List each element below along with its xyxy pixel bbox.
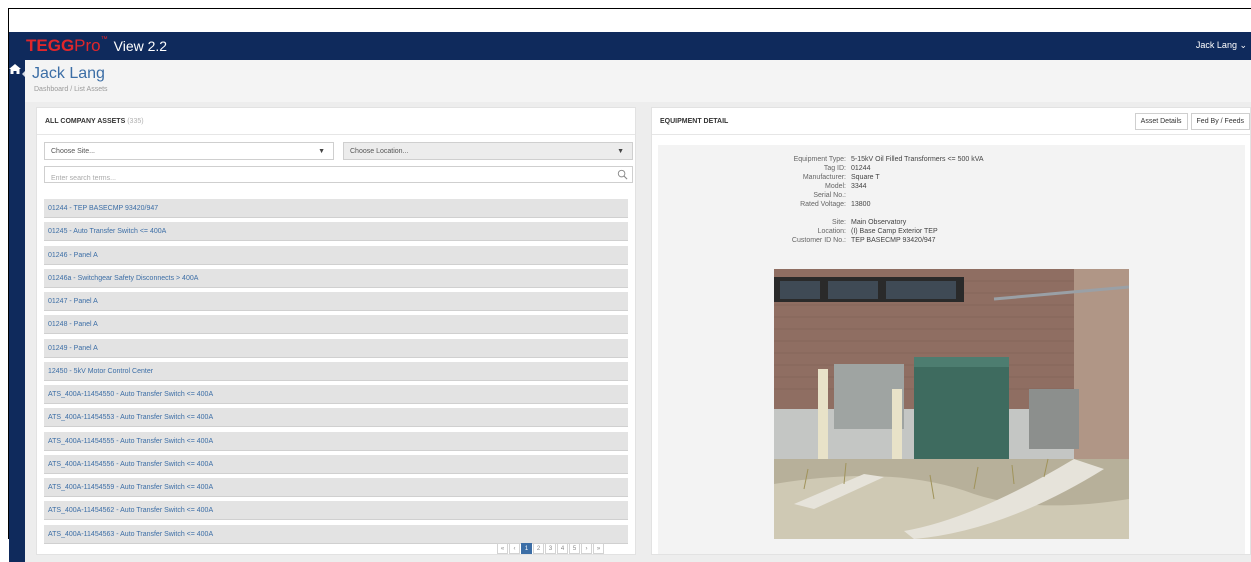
asset-list-item[interactable]: 01247 - Panel A [44,292,628,311]
detail-label: Rated Voltage: [800,201,846,208]
asset-list-item[interactable]: ATS_400A-11454553 - Auto Transfer Switch… [44,408,628,428]
asset-list-item[interactable]: 01245 - Auto Transfer Switch <= 400A [44,222,628,242]
brand-version: View 2.2 [113,38,168,54]
assets-panel-header: ALL COMPANY ASSETS (335) [37,108,635,135]
brand-trademark: ™ [100,36,108,43]
page-5-button[interactable]: 5 [569,543,580,554]
breadcrumb-dashboard[interactable]: Dashboard [34,86,68,93]
detail-value: 13800 [851,201,871,208]
pagination: « ‹ 1 2 3 4 5 › » [497,543,605,554]
asset-list-item[interactable]: ATS_400A-11454563 - Auto Transfer Switch… [44,524,628,544]
detail-row-location: Location: (I) Base Camp Exterior TEP [784,227,984,236]
site-select[interactable]: Choose Site... ▼ [44,142,334,160]
detail-button-group: Asset Details Fed By / Feeds [1132,113,1250,130]
detail-value: 3344 [851,183,867,190]
equipment-detail-fields: Equipment Type: 5-15kV Oil Filled Transf… [784,155,984,245]
detail-row-manufacturer: Manufacturer: Square T [784,173,984,182]
detail-label: Tag ID: [823,165,846,172]
asset-list-item[interactable]: ATS_400A-11454555 - Auto Transfer Switch… [44,431,628,451]
top-navbar [9,32,1251,60]
detail-value: TEP BASECMP 93420/947 [851,237,936,244]
page-4-button[interactable]: 4 [557,543,568,554]
detail-row-equipment-type: Equipment Type: 5-15kV Oil Filled Transf… [784,155,984,164]
detail-label: Manufacturer: [802,174,846,181]
breadcrumb-current: List Assets [74,86,108,93]
user-menu[interactable]: Jack Lang ⌄ [1196,40,1247,51]
detail-label: Serial No.: [813,192,846,199]
page-header [25,60,1251,102]
asset-list-item[interactable]: ATS_400A-11454556 - Auto Transfer Switch… [44,454,628,474]
page-next-button[interactable]: › [581,543,592,554]
detail-spacer [784,209,984,218]
page-2-button[interactable]: 2 [533,543,544,554]
detail-label: Site: [831,219,846,226]
asset-details-button[interactable]: Asset Details [1134,113,1188,130]
equipment-detail-header: EQUIPMENT DETAIL Asset Details Fed By / … [652,108,1250,135]
detail-value: Square T [851,174,880,181]
dropdown-arrow-icon: ▼ [617,148,624,155]
asset-list-item[interactable]: 01246a - Switchgear Safety Disconnects >… [44,268,628,288]
asset-list-item[interactable]: ATS_400A-11454550 - Auto Transfer Switch… [44,385,628,404]
page-3-button[interactable]: 3 [545,543,556,554]
page-title: Jack Lang [32,65,105,82]
asset-list-item[interactable]: 01246 - Panel A [44,245,628,265]
detail-label: Customer ID No.: [791,237,846,244]
breadcrumb: Dashboard / List Assets [34,86,108,93]
asset-list-item[interactable]: 12450 - 5kV Motor Control Center [44,361,628,381]
asset-list-item[interactable]: 01248 - Panel A [44,315,628,335]
detail-value: Main Observatory [851,219,907,226]
page-prev-button[interactable]: ‹ [509,543,520,554]
detail-value: 01244 [851,165,871,172]
asset-list-item[interactable]: ATS_400A-11454562 - Auto Transfer Switch… [44,501,628,521]
equipment-photo [774,269,1129,539]
detail-row-serial: Serial No.: [784,191,984,200]
fed-by-feeds-button[interactable]: Fed By / Feeds [1190,113,1250,130]
site-select-value: Choose Site... [51,148,95,155]
detail-row-tag-id: Tag ID: 01244 [784,164,984,173]
detail-value: 5-15kV Oil Filled Transformers <= 500 kV… [851,156,984,163]
search-box [44,166,633,186]
brand-main: TEGG [26,36,75,55]
location-select-value: Choose Location... [350,148,409,155]
page-1-button[interactable]: 1 [521,543,532,554]
asset-list-item[interactable]: 01249 - Panel A [44,338,628,358]
detail-row-model: Model: 3344 [784,182,984,191]
detail-label: Equipment Type: [793,156,846,163]
left-sidebar-rail [9,60,25,562]
asset-list: 01244 - TEP BASECMP 93420/947 01245 - Au… [44,199,628,548]
assets-panel-title: ALL COMPANY ASSETS (335) [45,118,144,125]
app-logo[interactable]: TEGGPro™ View 2.2 [26,36,167,58]
search-icon[interactable] [617,169,628,180]
page-last-button[interactable]: » [593,543,604,554]
detail-label: Model: [824,183,846,190]
dropdown-arrow-icon: ▼ [318,148,325,155]
detail-row-site: Site: Main Observatory [784,218,984,227]
detail-row-rated-voltage: Rated Voltage: 13800 [784,200,984,209]
location-select[interactable]: Choose Location... ▼ [343,142,633,160]
equipment-detail-card: Equipment Type: 5-15kV Oil Filled Transf… [658,145,1245,554]
assets-title-text: ALL COMPANY ASSETS [45,118,126,125]
asset-list-item[interactable]: 01244 - TEP BASECMP 93420/947 [44,199,628,218]
assets-count: (335) [127,118,144,125]
assets-panel: ALL COMPANY ASSETS (335) Choose Site... … [36,107,636,555]
brand-pro: Pro [74,36,101,55]
detail-row-customer-id: Customer ID No.: TEP BASECMP 93420/947 [784,236,984,245]
search-input[interactable] [45,171,605,186]
detail-value: (I) Base Camp Exterior TEP [851,228,938,235]
asset-list-item[interactable]: ATS_400A-11454559 - Auto Transfer Switch… [44,478,628,497]
equipment-detail-panel: EQUIPMENT DETAIL Asset Details Fed By / … [651,107,1251,555]
equipment-detail-title: EQUIPMENT DETAIL [660,118,729,125]
page-first-button[interactable]: « [497,543,508,554]
detail-label: Location: [817,228,846,235]
home-icon[interactable] [9,64,21,74]
